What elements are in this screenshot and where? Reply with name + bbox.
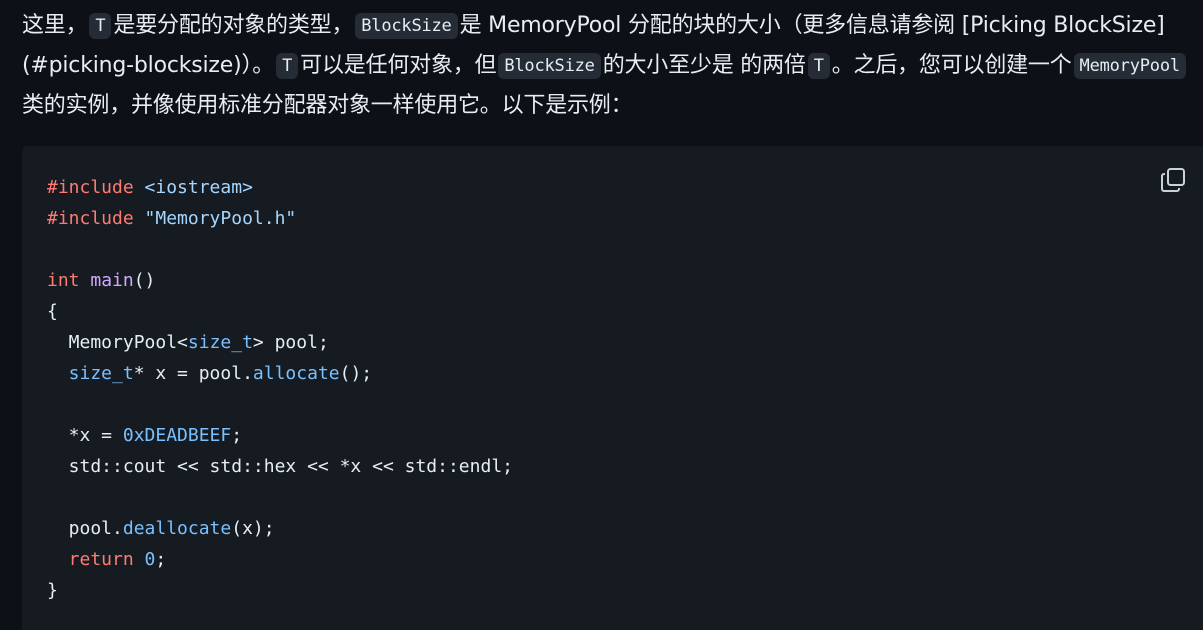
code-line: *x = 0xDEADBEEF; (47, 425, 243, 446)
code-line: { (47, 301, 58, 322)
code-line: MemoryPool<size_t> pool; (47, 332, 329, 353)
code-line: std::cout << std::hex << *x << std::endl… (47, 456, 513, 477)
code-line: return 0; (47, 549, 167, 570)
prose-text: 这里， (22, 13, 88, 38)
prose-text: 类的实例，并像使用标准分配器对象一样使用它。以下是示例： (22, 93, 633, 118)
code-content: #include <iostream> #include "MemoryPool… (47, 172, 513, 606)
inline-code-t: T (276, 53, 299, 79)
code-line: #include "MemoryPool.h" (47, 208, 297, 229)
code-line: size_t* x = pool.allocate(); (47, 363, 373, 384)
prose-text: 的大小至少是 的两倍 (602, 53, 806, 78)
inline-code-t: T (89, 13, 112, 39)
prose-text: 可以是任何对象，但 (300, 53, 497, 78)
copy-icon (1161, 168, 1185, 192)
inline-code-t: T (807, 53, 830, 79)
code-line: } (47, 580, 58, 601)
code-line: int main() (47, 270, 156, 291)
inline-code-memorypool: MemoryPool (1073, 53, 1186, 79)
explanation-paragraph: 这里， T 是要分配的对象的类型， BlockSize 是 MemoryPool 分配的… (22, 6, 1192, 126)
code-line: #include <iostream> (47, 177, 253, 198)
prose-text: 是要分配的对象的类型， (113, 13, 354, 38)
code-line: pool.deallocate(x); (47, 518, 275, 539)
inline-code-blocksize: BlockSize (498, 53, 601, 79)
copy-code-button[interactable] (1159, 166, 1187, 194)
prose-text: 。之后，您可以创建一个 (831, 53, 1072, 78)
code-block: #include <iostream> #include "MemoryPool… (22, 146, 1203, 630)
inline-code-blocksize: BlockSize (355, 13, 458, 39)
